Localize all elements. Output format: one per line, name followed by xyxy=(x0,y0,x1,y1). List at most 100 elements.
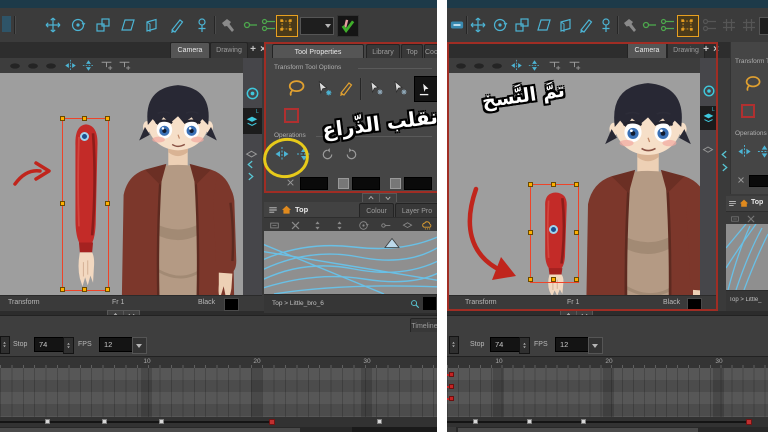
flip-vertical-button[interactable] xyxy=(757,144,768,159)
apply-button[interactable] xyxy=(337,15,359,37)
brush-preset-icon[interactable] xyxy=(26,60,40,72)
no-color-icon[interactable] xyxy=(286,178,295,187)
option-checkbox[interactable] xyxy=(390,178,401,189)
selection-handle[interactable] xyxy=(82,116,87,121)
start-frame-spinner[interactable] xyxy=(449,336,459,354)
skew-tool-icon[interactable] xyxy=(536,17,552,33)
camera-canvas[interactable] xyxy=(0,73,243,295)
tab-camera[interactable]: Camera xyxy=(627,42,667,58)
scrollbar-left-arrow[interactable] xyxy=(447,427,456,432)
keyframe-marker[interactable] xyxy=(449,384,454,389)
select-and-transform-icon[interactable] xyxy=(338,80,354,96)
selection-handle[interactable] xyxy=(60,116,65,121)
home-icon[interactable] xyxy=(739,198,749,208)
camera-view-icon[interactable] xyxy=(702,84,716,98)
navigation-triangle-icon[interactable] xyxy=(384,237,400,249)
fps-input[interactable]: 12 xyxy=(555,337,591,352)
align-left-icon[interactable] xyxy=(118,59,131,72)
pivot-tool-icon[interactable] xyxy=(598,17,614,33)
tab-timeline[interactable]: Timeline xyxy=(410,318,437,332)
layers-button-active[interactable]: L xyxy=(243,108,262,134)
color-swatch[interactable] xyxy=(300,177,328,190)
show-selection-button-active[interactable] xyxy=(677,15,699,37)
rotate-90-cw-button[interactable] xyxy=(320,147,335,162)
timeline-grid[interactable] xyxy=(0,368,437,417)
flip-horizontal-button[interactable] xyxy=(737,144,752,159)
flat-view-icon[interactable] xyxy=(702,144,714,156)
home-icon[interactable] xyxy=(281,204,292,215)
rigging-tool-icon[interactable] xyxy=(220,17,236,33)
flip-horizontal-icon[interactable] xyxy=(510,59,523,72)
perspective-tool-icon[interactable] xyxy=(558,17,574,33)
camera-canvas[interactable]: تمَّ النَّسخ xyxy=(447,73,700,295)
selection-handle[interactable] xyxy=(82,287,87,292)
tab-drawing[interactable]: Drawing xyxy=(667,42,705,58)
keyframe-marker[interactable] xyxy=(449,372,454,377)
flip-vertical-icon[interactable] xyxy=(528,59,541,72)
stop-frame-input[interactable]: 74 xyxy=(34,337,66,352)
snap-to-grid-icon[interactable] xyxy=(392,80,408,96)
tab-drawing[interactable]: Drawing xyxy=(210,42,248,58)
add-peg-icon[interactable] xyxy=(641,17,657,33)
snap-option-icon[interactable] xyxy=(368,80,384,96)
selection-handle[interactable] xyxy=(574,230,579,235)
rotate-tool-icon[interactable] xyxy=(492,17,508,33)
add-node-icon[interactable] xyxy=(260,17,276,33)
rotate-90-ccw-button[interactable] xyxy=(344,147,359,162)
node-graph-canvas[interactable] xyxy=(726,224,768,290)
selection-handle[interactable] xyxy=(105,201,110,206)
selection-handle[interactable] xyxy=(574,277,579,282)
pen-tool-icon[interactable] xyxy=(578,17,594,33)
peg-mode-checkbox[interactable] xyxy=(741,104,755,118)
layers-button-active[interactable]: L xyxy=(700,106,718,130)
selection-handle[interactable] xyxy=(551,277,556,282)
timeline-grid[interactable] xyxy=(447,368,768,417)
playhead-marker[interactable] xyxy=(269,419,275,425)
brush-preset-icon[interactable] xyxy=(8,60,22,72)
align-left-icon[interactable] xyxy=(568,59,581,72)
flip-vertical-icon[interactable] xyxy=(82,59,95,72)
scrub-marker[interactable] xyxy=(581,419,586,424)
background-color-swatch[interactable] xyxy=(687,298,702,311)
add-peg-icon[interactable] xyxy=(242,17,258,33)
scrub-marker[interactable] xyxy=(527,419,532,424)
collapse-right-icon[interactable] xyxy=(246,172,255,181)
selection-handle[interactable] xyxy=(105,116,110,121)
keyframe-marker[interactable] xyxy=(449,396,454,401)
scrub-marker[interactable] xyxy=(377,419,382,424)
scrub-bar[interactable] xyxy=(0,417,437,427)
show-selection-button-active[interactable] xyxy=(276,15,298,37)
selection-handle[interactable] xyxy=(574,182,579,187)
selection-handle[interactable] xyxy=(60,287,65,292)
align-top-icon[interactable] xyxy=(100,59,113,72)
grid-tool-icon[interactable] xyxy=(721,17,737,33)
toolbar-dropdown[interactable] xyxy=(300,17,334,35)
lasso-select-icon[interactable] xyxy=(743,74,762,93)
tab-library[interactable]: Library xyxy=(366,44,400,58)
collapse-right-icon[interactable] xyxy=(720,163,729,172)
brush-preset-icon[interactable] xyxy=(472,60,486,72)
stop-frame-spinner[interactable] xyxy=(519,337,530,354)
scale-tool-icon[interactable] xyxy=(95,17,111,33)
tab-top[interactable]: Top xyxy=(401,44,423,58)
fps-dropdown[interactable] xyxy=(132,337,147,354)
selection-handle[interactable] xyxy=(60,201,65,206)
playhead-marker[interactable] xyxy=(746,419,752,425)
rotate-tool-icon[interactable] xyxy=(70,17,86,33)
collapse-left-icon[interactable] xyxy=(720,150,729,159)
select-tool-button-active[interactable] xyxy=(414,76,437,102)
add-view-button[interactable]: + xyxy=(701,43,711,57)
start-frame-spinner[interactable] xyxy=(0,336,10,354)
tab-coordinate[interactable]: Coor xyxy=(424,44,437,58)
close-view-button[interactable]: × xyxy=(711,43,721,57)
scrollbar-handle[interactable] xyxy=(0,428,300,432)
selection-handle[interactable] xyxy=(551,182,556,187)
peg-mode-checkbox[interactable] xyxy=(284,108,299,123)
node-out-icon[interactable] xyxy=(290,220,301,231)
tab-tool-properties[interactable]: Tool Properties xyxy=(272,44,364,58)
pivot-tool-icon[interactable] xyxy=(194,17,210,33)
color-swatch[interactable] xyxy=(404,177,432,190)
tab-layer-properties[interactable]: Layer Pro xyxy=(395,203,437,217)
group-node-icon[interactable] xyxy=(380,220,391,231)
scale-tool-icon[interactable] xyxy=(514,17,530,33)
